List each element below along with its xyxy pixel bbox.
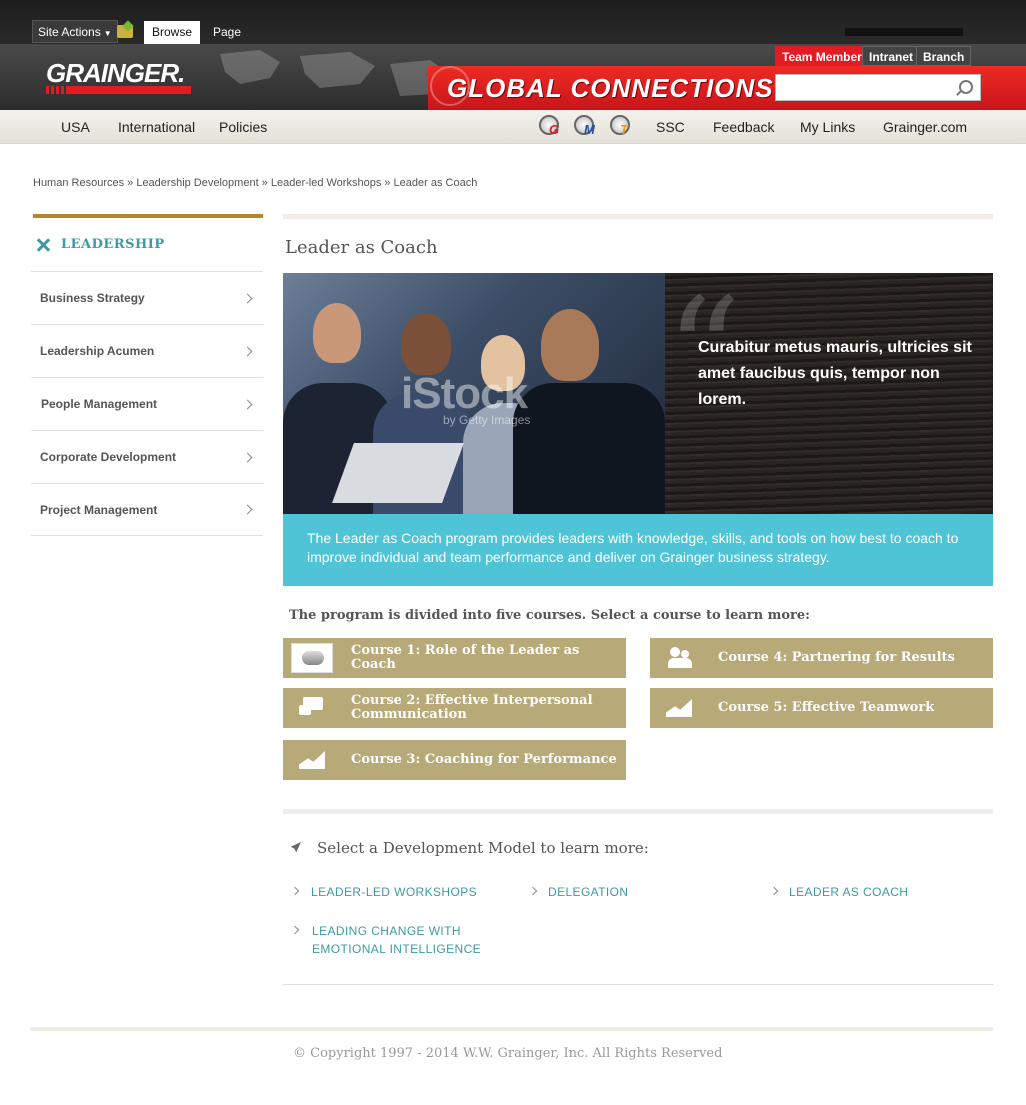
chevron-right-icon bbox=[242, 452, 253, 462]
chevron-right-icon bbox=[242, 399, 253, 409]
nav-my-links[interactable]: My Links bbox=[800, 110, 855, 144]
laptop bbox=[332, 443, 464, 503]
chevron-right-icon bbox=[242, 504, 253, 515]
development-model-title: Select a Development Model to learn more… bbox=[317, 839, 649, 857]
footer-divider bbox=[30, 1027, 993, 1031]
world-map-graphic bbox=[220, 50, 450, 96]
development-model-heading: Select a Development Model to learn more… bbox=[287, 839, 649, 857]
audience-tab-branch[interactable]: Branch bbox=[916, 46, 972, 66]
portal-g-icon[interactable]: G bbox=[539, 115, 563, 139]
logo-stripes bbox=[46, 86, 191, 94]
growth-chart-icon bbox=[291, 745, 333, 775]
sidebar-item-business-strategy[interactable]: Business Strategy bbox=[31, 272, 263, 325]
course-label: Course 2: Effective Interpersonal Commun… bbox=[351, 693, 593, 722]
copyright-text: © Copyright 1997 - 2014 W.W. Grainger, I… bbox=[293, 1046, 723, 1061]
course-2-button[interactable]: Course 2: Effective Interpersonal Commun… bbox=[283, 688, 626, 728]
chevron-right-icon bbox=[528, 886, 538, 896]
person-head bbox=[541, 309, 599, 381]
sidebar-item-label: Project Management bbox=[40, 502, 158, 517]
sidebar-item-project-management[interactable]: Project Management bbox=[31, 484, 263, 536]
rocket-icon bbox=[287, 840, 303, 856]
portal-m-icon[interactable]: M bbox=[574, 115, 598, 139]
whistle-icon bbox=[291, 643, 333, 673]
navigate-up-icon[interactable] bbox=[117, 25, 133, 38]
person-suit bbox=[513, 383, 665, 514]
course-4-button[interactable]: Course 4: Partnering for Results bbox=[650, 638, 993, 678]
model-link-delegation[interactable]: DELEGATION bbox=[548, 883, 628, 901]
sidebar-item-label: People Management bbox=[41, 397, 158, 411]
left-sidebar: LEADERSHIP Business Strategy Leadership … bbox=[31, 214, 263, 536]
grainger-logo[interactable]: GRAINGER. bbox=[46, 58, 185, 89]
course-3-button[interactable]: Course 3: Coaching for Performance bbox=[283, 740, 626, 780]
courses-heading: The program is divided into five courses… bbox=[289, 608, 810, 623]
model-link-leader-led-workshops[interactable]: LEADER-LED WORKSHOPS bbox=[311, 883, 477, 901]
nav-grainger-com[interactable]: Grainger.com bbox=[883, 110, 967, 144]
person-head bbox=[313, 303, 361, 363]
course-label: Course 4: Partnering for Results bbox=[718, 650, 955, 665]
model-link-leader-as-coach[interactable]: LEADER AS COACH bbox=[789, 883, 908, 901]
chevron-right-icon bbox=[290, 886, 300, 896]
sidebar-item-leadership-acumen[interactable]: Leadership Acumen bbox=[31, 325, 263, 378]
audience-tab-intranet[interactable]: Intranet bbox=[862, 46, 921, 66]
content-bottom-rule bbox=[283, 984, 993, 985]
portal-letter-g: G bbox=[549, 122, 560, 137]
portal-letter-m: M bbox=[584, 122, 595, 137]
person-head bbox=[401, 313, 451, 375]
watermark-subtext: by Getty Images bbox=[443, 413, 531, 427]
sidebar-heading-label: LEADERSHIP bbox=[61, 237, 165, 252]
sidebar-item-label: Corporate Development bbox=[40, 450, 177, 464]
course-label: Course 1: Role of the Leader as Coach bbox=[351, 643, 580, 672]
search-input[interactable] bbox=[775, 74, 981, 101]
chat-icon bbox=[291, 693, 333, 723]
sidebar-item-label: Leadership Acumen bbox=[40, 344, 155, 358]
model-link-leading-change[interactable]: LEADING CHANGE WITH EMOTIONAL INTELLIGEN… bbox=[312, 922, 482, 958]
sidebar-item-people-management[interactable]: People Management bbox=[31, 378, 263, 431]
chevron-right-icon bbox=[242, 293, 253, 303]
chevron-down-icon: ▼ bbox=[103, 29, 112, 38]
tools-icon bbox=[35, 237, 51, 253]
hero-banner: iStock by Getty Images “ Curabitur metus… bbox=[283, 273, 993, 514]
top-navigation: USA International Policies G M T SSC Fee… bbox=[0, 110, 1026, 144]
sidebar-item-corporate-development[interactable]: Corporate Development bbox=[31, 431, 263, 484]
site-actions-menu[interactable]: Site Actions ▼ bbox=[32, 20, 118, 43]
portal-letter-t: T bbox=[620, 122, 628, 137]
nav-international[interactable]: International bbox=[118, 110, 195, 144]
program-intro: The Leader as Coach program provides lea… bbox=[283, 514, 993, 586]
course-label: Course 5: Effective Teamwork bbox=[718, 700, 935, 715]
sidebar-heading: LEADERSHIP bbox=[31, 218, 263, 272]
nav-policies[interactable]: Policies bbox=[219, 110, 267, 144]
site-banner: GRAINGER. GLOBAL CONNECTIONS Team Member… bbox=[0, 44, 1026, 110]
chevron-right-icon bbox=[769, 886, 779, 896]
nav-ssc[interactable]: SSC bbox=[656, 110, 685, 144]
people-icon bbox=[658, 643, 700, 673]
growth-chart-icon bbox=[658, 693, 700, 723]
search-icon[interactable] bbox=[959, 80, 973, 94]
breadcrumb[interactable]: Human Resources » Leadership Development… bbox=[33, 177, 477, 189]
page-title: Leader as Coach bbox=[285, 237, 438, 258]
audience-tab-team-member[interactable]: Team Member bbox=[775, 46, 869, 66]
site-actions-label: Site Actions bbox=[38, 25, 101, 39]
sharepoint-ribbon: Site Actions ▼ Browse Page bbox=[0, 0, 1026, 44]
section-divider bbox=[283, 214, 993, 219]
nav-usa[interactable]: USA bbox=[61, 110, 90, 144]
hero-photo: iStock by Getty Images bbox=[283, 273, 665, 514]
portal-t-icon[interactable]: T bbox=[610, 115, 634, 139]
site-title: GLOBAL CONNECTIONS bbox=[447, 73, 774, 103]
chevron-right-icon bbox=[242, 346, 253, 356]
course-1-button[interactable]: Course 1: Role of the Leader as Coach bbox=[283, 638, 626, 678]
chevron-right-icon bbox=[290, 925, 300, 935]
course-label: Course 3: Coaching for Performance bbox=[351, 752, 617, 767]
nav-feedback[interactable]: Feedback bbox=[713, 110, 774, 144]
hero-quote: Curabitur metus mauris, ultricies sit am… bbox=[698, 339, 972, 408]
course-5-button[interactable]: Course 5: Effective Teamwork bbox=[650, 688, 993, 728]
tab-browse[interactable]: Browse bbox=[144, 21, 200, 44]
main-content: Leader as Coach iStock by Getty Images “… bbox=[283, 214, 993, 640]
watermark-text: iStock bbox=[401, 369, 528, 418]
quote-panel: “ Curabitur metus mauris, ultricies sit … bbox=[665, 273, 993, 514]
ribbon-strip bbox=[845, 28, 963, 36]
section-divider bbox=[283, 809, 993, 814]
sidebar-item-label: Business Strategy bbox=[40, 291, 145, 305]
tab-page[interactable]: Page bbox=[213, 21, 241, 44]
